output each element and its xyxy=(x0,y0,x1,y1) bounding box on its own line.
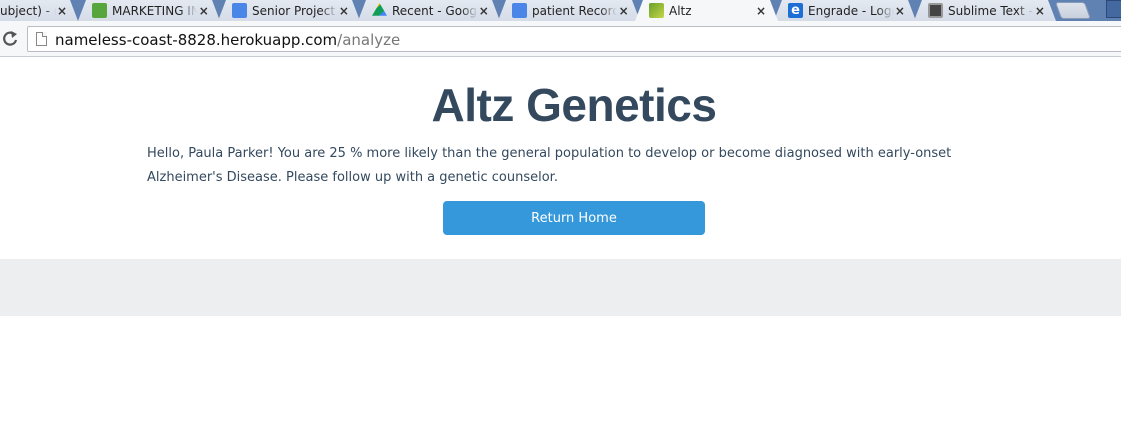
close-icon[interactable]: × xyxy=(197,4,210,18)
url-text[interactable]: nameless-coast-8828.herokuapp.com/analyz… xyxy=(55,31,400,49)
tab-title: ubject) - ro xyxy=(0,3,56,18)
tab-title: Sublime Text - D xyxy=(948,3,1034,18)
address-bar[interactable]: nameless-coast-8828.herokuapp.com/analyz… xyxy=(27,26,1121,52)
footer-band xyxy=(0,259,1121,316)
result-message: Hello, Paula Parker! You are 25 % more l… xyxy=(147,146,952,185)
page-title: Altz Genetics xyxy=(431,79,717,131)
sublime-icon xyxy=(928,3,943,18)
tab-engrade[interactable]: e Engrade - Logou × xyxy=(774,0,916,21)
reload-icon[interactable] xyxy=(0,29,22,49)
new-tab-button[interactable] xyxy=(1054,2,1092,19)
tab-title: Engrade - Logou xyxy=(808,3,894,18)
google-docs-icon xyxy=(232,3,247,18)
browser-toolbar: nameless-coast-8828.herokuapp.com/analyz… xyxy=(0,21,1121,57)
tab-title: Recent - Google xyxy=(392,3,478,18)
close-icon[interactable]: × xyxy=(56,4,68,18)
close-icon[interactable]: × xyxy=(478,4,491,18)
close-icon[interactable]: × xyxy=(1034,4,1046,18)
engrade-icon: e xyxy=(788,3,803,18)
tab-recent-google[interactable]: Recent - Google × xyxy=(358,0,500,21)
close-icon[interactable]: × xyxy=(338,4,350,18)
tab-sublime[interactable]: Sublime Text - D × xyxy=(914,0,1056,21)
page-icon xyxy=(36,32,47,46)
tab-title: patient Records xyxy=(532,3,618,18)
url-path: /analyze xyxy=(337,31,401,49)
tab-altz[interactable]: Altz × xyxy=(635,0,778,21)
return-home-button[interactable]: Return Home xyxy=(443,201,705,235)
close-icon[interactable]: × xyxy=(894,4,906,18)
close-icon[interactable]: × xyxy=(617,4,630,18)
tab-email[interactable]: ubject) - ro × xyxy=(0,0,78,21)
tab-title: Senior Project In xyxy=(252,3,338,18)
page-content: Altz Genetics Hello, Paula Parker! You a… xyxy=(0,58,1121,445)
altz-icon xyxy=(649,3,664,18)
tab-patient-records[interactable]: patient Records × xyxy=(498,0,640,21)
tag-icon xyxy=(92,3,107,18)
url-host: nameless-coast-8828.herokuapp.com xyxy=(55,31,338,49)
close-icon[interactable]: × xyxy=(754,4,768,18)
tab-marketing[interactable]: MARKETING INT × xyxy=(78,0,220,21)
tab-title: Altz xyxy=(669,3,692,18)
window-control[interactable] xyxy=(1106,0,1121,18)
tab-title: MARKETING INT xyxy=(112,3,198,18)
tab-senior-project[interactable]: Senior Project In × xyxy=(218,0,360,21)
tab-strip: ubject) - ro × MARKETING INT × Senior Pr… xyxy=(0,0,1121,21)
google-docs-icon xyxy=(512,3,527,18)
